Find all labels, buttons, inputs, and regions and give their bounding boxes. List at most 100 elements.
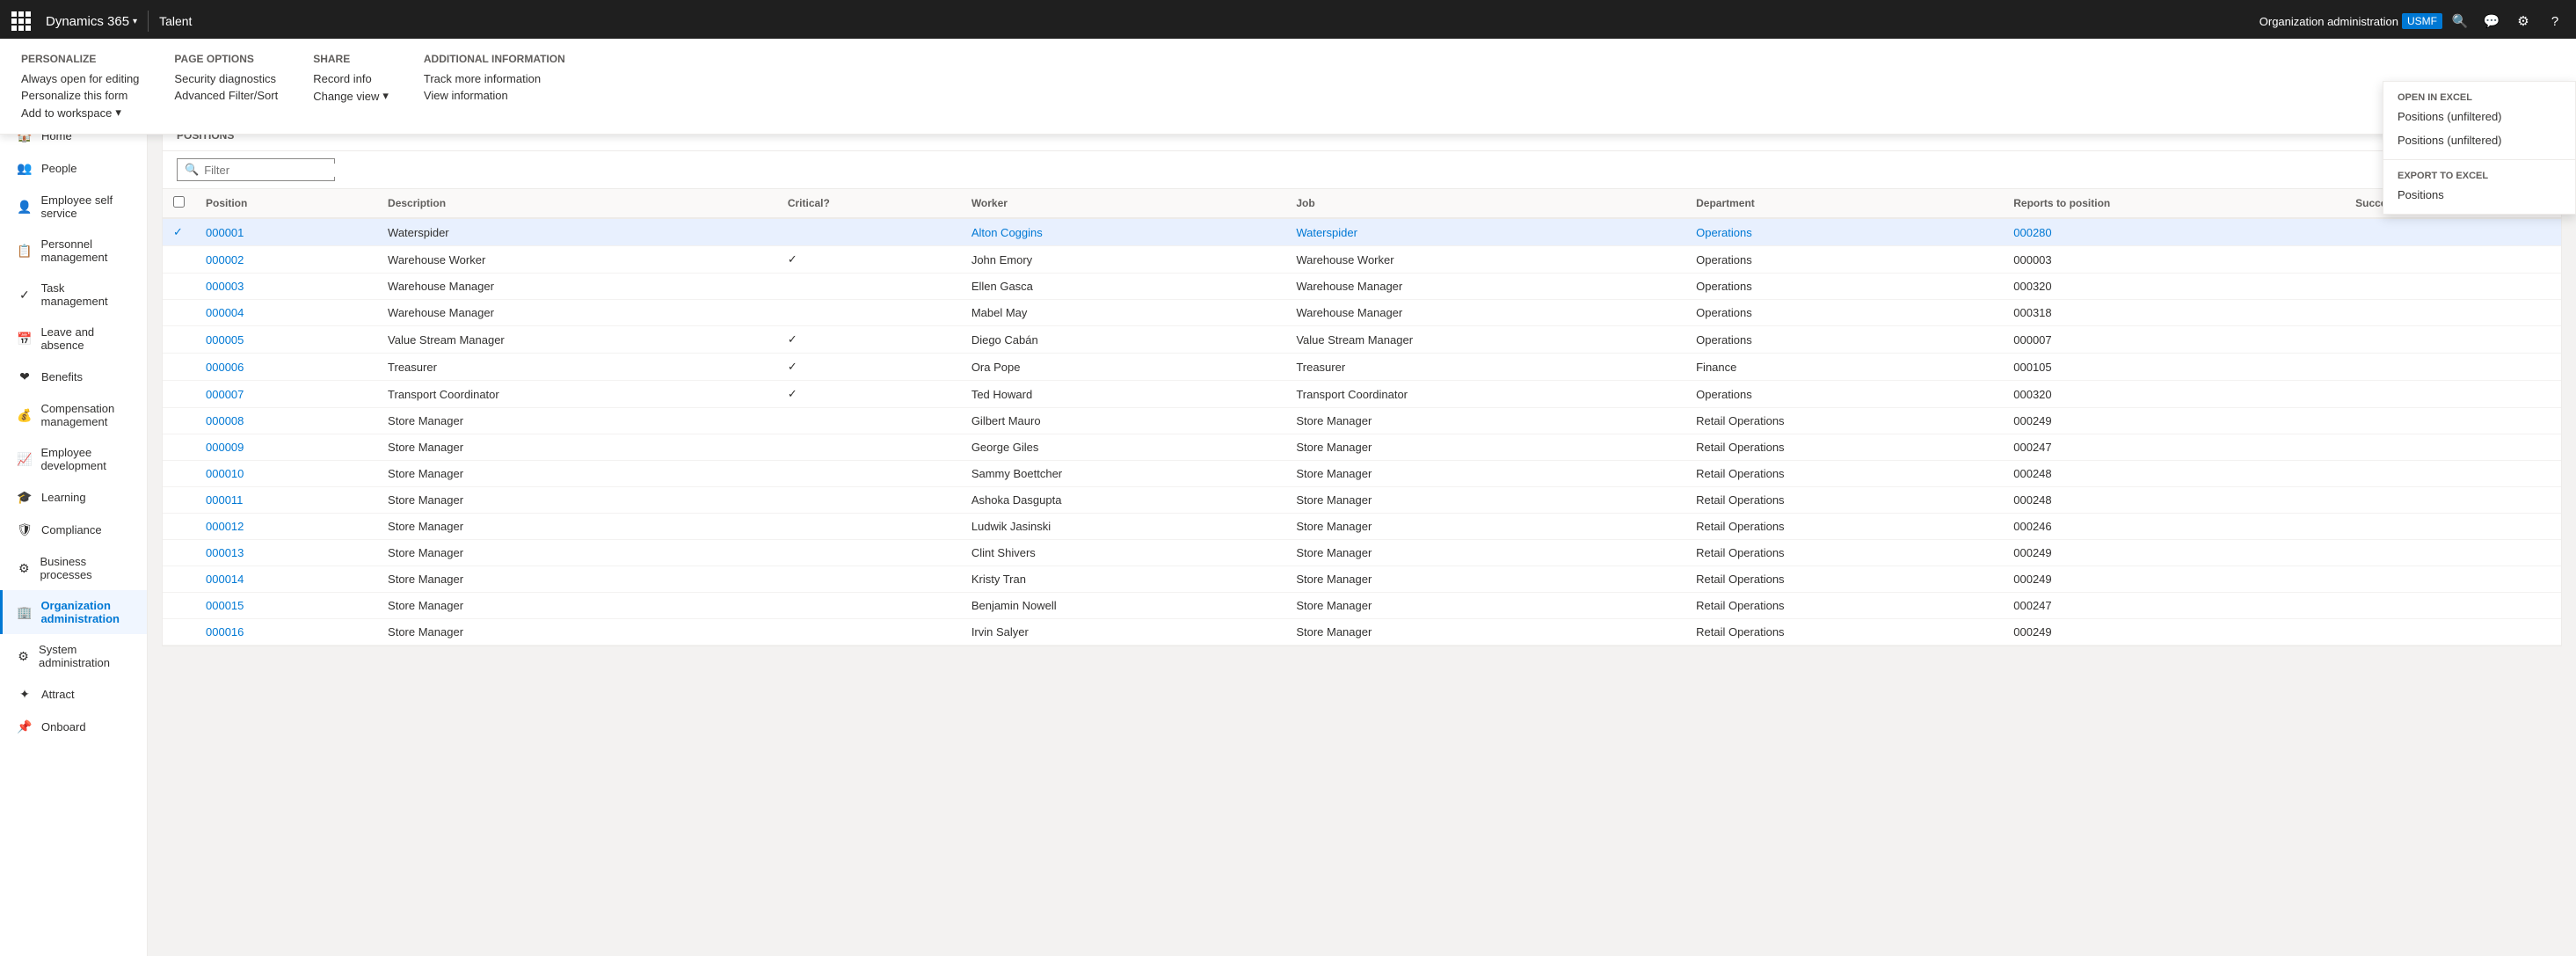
filter-bar: 🔍 [163,151,2561,189]
sidebar-label: Attract [41,688,75,701]
waffle-menu[interactable] [7,7,35,35]
sidebar-item-compensation-management[interactable]: 💰Compensation management [0,393,147,437]
always-open-editing[interactable]: Always open for editing [21,72,139,85]
sidebar-item-attract[interactable]: ✦Attract [0,678,147,711]
filter-input[interactable] [204,164,359,177]
position-job: Store Manager [1285,408,1685,434]
sidebar-item-learning[interactable]: 🎓Learning [0,481,147,514]
security-diagnostics[interactable]: Security diagnostics [174,72,278,85]
change-view[interactable]: Change view ▾ [313,89,389,103]
sidebar: ☰ 🏠Home👥People👤Employee self service📋Per… [0,81,148,956]
position-critical [777,566,961,593]
position-job: Store Manager [1285,566,1685,593]
position-department[interactable]: Operations [1685,218,2003,246]
position-id[interactable]: 000014 [195,566,377,593]
row-check-selected: ✓ [173,225,183,238]
personalize-form[interactable]: Personalize this form [21,89,139,102]
sidebar-item-compliance[interactable]: 🛡 Compliance [0,514,147,546]
table-row: ✓000001WaterspiderAlton CogginsWaterspid… [163,218,2561,246]
position-critical [777,461,961,487]
sidebar-item-people[interactable]: 👥People [0,152,147,185]
sidebar-label: Employee self service [40,193,133,220]
position-id[interactable]: 000001 [195,218,377,246]
sidebar-item-system-administration[interactable]: ⚙System administration [0,634,147,678]
position-id[interactable]: 000010 [195,461,377,487]
sidebar-item-onboard[interactable]: 📌Onboard [0,711,147,743]
open-in-excel-section: OPEN IN EXCEL Positions (unfiltered) Pos… [2383,82,2575,160]
record-info[interactable]: Record info [313,72,389,85]
position-id[interactable]: 000012 [195,514,377,540]
position-critical [777,434,961,461]
sidebar-label: Compliance [41,523,102,536]
position-worker: Diego Cabán [961,326,1286,354]
settings-icon[interactable]: ⚙ [2509,7,2537,35]
position-reports: 000003 [2003,246,2345,274]
position-id[interactable]: 000007 [195,381,377,408]
add-to-workspace[interactable]: Add to workspace ▾ [21,106,139,120]
position-successor [2345,300,2561,326]
sidebar-label: Benefits [41,370,83,383]
position-critical [777,218,961,246]
sidebar-label: Personnel management [40,237,133,264]
position-reports[interactable]: 000280 [2003,218,2345,246]
position-department: Operations [1685,326,2003,354]
position-worker[interactable]: Alton Coggins [961,218,1286,246]
sidebar-item-organization-administration[interactable]: 🏢Organization administration [0,590,147,634]
position-description: Treasurer [377,354,777,381]
position-id[interactable]: 000013 [195,540,377,566]
position-id[interactable]: 000015 [195,593,377,619]
sidebar-item-task-management[interactable]: ✓Task management [0,273,147,317]
position-id[interactable]: 000004 [195,300,377,326]
position-id[interactable]: 000011 [195,487,377,514]
position-successor [2345,487,2561,514]
position-id[interactable]: 000002 [195,246,377,274]
position-description: Store Manager [377,487,777,514]
positions-section: POSITIONS 🔍 PositionDescriptionCritical?… [162,120,2562,646]
table-header-row: PositionDescriptionCritical?WorkerJobDep… [163,189,2561,218]
position-job: Store Manager [1285,593,1685,619]
position-department: Retail Operations [1685,593,2003,619]
position-job: Treasurer [1285,354,1685,381]
app-name[interactable]: Dynamics 365 ▾ [46,14,137,29]
position-description: Value Stream Manager [377,326,777,354]
position-job: Warehouse Worker [1285,246,1685,274]
position-id[interactable]: 000008 [195,408,377,434]
table-row: 000013Store ManagerClint ShiversStore Ma… [163,540,2561,566]
row-checkbox-cell [163,593,195,619]
position-department: Retail Operations [1685,408,2003,434]
position-id[interactable]: 000005 [195,326,377,354]
position-job[interactable]: Waterspider [1285,218,1685,246]
position-id[interactable]: 000016 [195,619,377,646]
position-critical: ✓ [777,381,961,408]
chat-icon[interactable]: 💬 [2478,7,2506,35]
position-id[interactable]: 000009 [195,434,377,461]
position-successor [2345,540,2561,566]
position-reports: 000248 [2003,487,2345,514]
table-row: 000009Store ManagerGeorge GilesStore Man… [163,434,2561,461]
sidebar-icon: 🛡 [17,522,33,537]
export-positions[interactable]: Positions [2383,183,2575,207]
sidebar-item-employee-self-service[interactable]: 👤Employee self service [0,185,147,229]
user-badge[interactable]: USMF [2402,13,2442,29]
critical-checkmark: ✓ [788,252,797,266]
help-icon[interactable]: ? [2541,7,2569,35]
sidebar-item-personnel-management[interactable]: 📋Personnel management [0,229,147,273]
positions-unfiltered-1[interactable]: Positions (unfiltered) [2383,105,2575,128]
position-id[interactable]: 000003 [195,274,377,300]
sidebar-label: Business processes [40,555,133,581]
table-row: 000003Warehouse ManagerEllen GascaWareho… [163,274,2561,300]
position-reports: 000249 [2003,540,2345,566]
sidebar-item-benefits[interactable]: ❤Benefits [0,361,147,393]
select-all-checkbox[interactable] [173,196,185,208]
track-more-info[interactable]: Track more information [424,72,565,85]
sidebar-item-business-processes[interactable]: ⚙Business processes [0,546,147,590]
position-worker: Mabel May [961,300,1286,326]
search-icon[interactable]: 🔍 [2446,7,2474,35]
sidebar-item-leave-and-absence[interactable]: 📅Leave and absence [0,317,147,361]
position-id[interactable]: 000006 [195,354,377,381]
positions-unfiltered-2[interactable]: Positions (unfiltered) [2383,128,2575,152]
advanced-filter[interactable]: Advanced Filter/Sort [174,89,278,102]
position-department: Finance [1685,354,2003,381]
sidebar-item-employee-development[interactable]: 📈Employee development [0,437,147,481]
view-information[interactable]: View information [424,89,565,102]
